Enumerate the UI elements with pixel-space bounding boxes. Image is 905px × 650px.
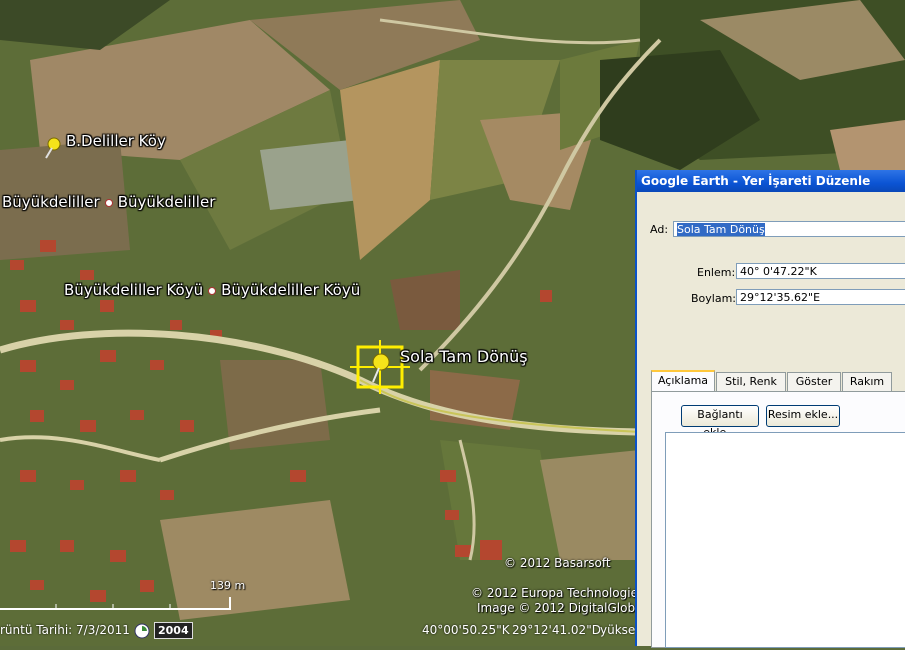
map-label-placemark[interactable]: Sola Tam Dönüş [400, 347, 528, 366]
longitude-label: Boylam: [691, 292, 737, 305]
name-field[interactable]: Sola Tam Dönüş [673, 221, 905, 237]
description-textarea[interactable] [665, 432, 905, 648]
add-link-button[interactable]: Bağlantı ekle... [681, 405, 759, 439]
tab-style-color[interactable]: Stil, Renk [716, 372, 786, 392]
name-value: Sola Tam Dönüş [677, 223, 765, 236]
pushpin-icon[interactable] [42, 136, 66, 160]
copyright-europa: © 2012 Europa Technologies [471, 586, 645, 600]
latitude-readout: 40°00'50.25"K [422, 623, 510, 637]
tab-description[interactable]: Açıklama [651, 370, 715, 393]
scale-bar: 139 m [0, 579, 245, 612]
name-label: Ad: [650, 223, 669, 236]
map-label-text: Büyükdeliller Köyü [221, 281, 361, 299]
add-image-button[interactable]: Resim ekle... [766, 405, 840, 427]
scale-label: 139 m [210, 579, 246, 592]
map-label-text: Büyükdeliller Köyü [64, 281, 204, 299]
scale-ruler-icon [0, 597, 231, 610]
elevation-readout: yükse [600, 623, 636, 637]
tab-view[interactable]: Göster [787, 372, 841, 392]
copyright-basarsoft: © 2012 Basarsoft [504, 556, 611, 570]
status-bar: rüntü Tarihi: 7/3/2011 2004 40°00'50.25"… [0, 620, 640, 642]
map-label-buyukdeliller-koyu[interactable]: Büyükdeliller Köyü Büyükdeliller Köyü [64, 281, 360, 299]
place-dot-icon [208, 286, 217, 295]
map-label-text: Büyükdeliller [2, 193, 100, 211]
imagery-year-badge[interactable]: 2004 [154, 622, 193, 639]
historical-imagery-clock-icon[interactable] [134, 623, 150, 639]
latitude-field[interactable]: 40° 0'47.22"K [736, 263, 905, 279]
longitude-field[interactable]: 29°12'35.62"E [736, 289, 905, 305]
map-label-b-deliller[interactable]: B.Deliller Köy [66, 132, 166, 150]
selected-pushpin-icon[interactable] [366, 350, 396, 386]
copyright-digitalglobe: Image © 2012 DigitalGlobe [477, 601, 643, 615]
edit-placemark-dialog: Google Earth - Yer İşareti Düzenle Ad: S… [635, 170, 905, 648]
place-dot-icon [104, 198, 113, 207]
map-label-buyukdeliller[interactable]: Büyükdeliller Büyükdeliller [2, 193, 215, 211]
tab-altitude[interactable]: Rakım [842, 372, 892, 392]
imagery-date: rüntü Tarihi: 7/3/2011 [0, 623, 130, 637]
latitude-label: Enlem: [697, 266, 736, 279]
dialog-title[interactable]: Google Earth - Yer İşareti Düzenle [637, 170, 905, 192]
map-label-text: Büyükdeliller [117, 193, 216, 211]
longitude-readout: 29°12'41.02"D [512, 623, 601, 637]
